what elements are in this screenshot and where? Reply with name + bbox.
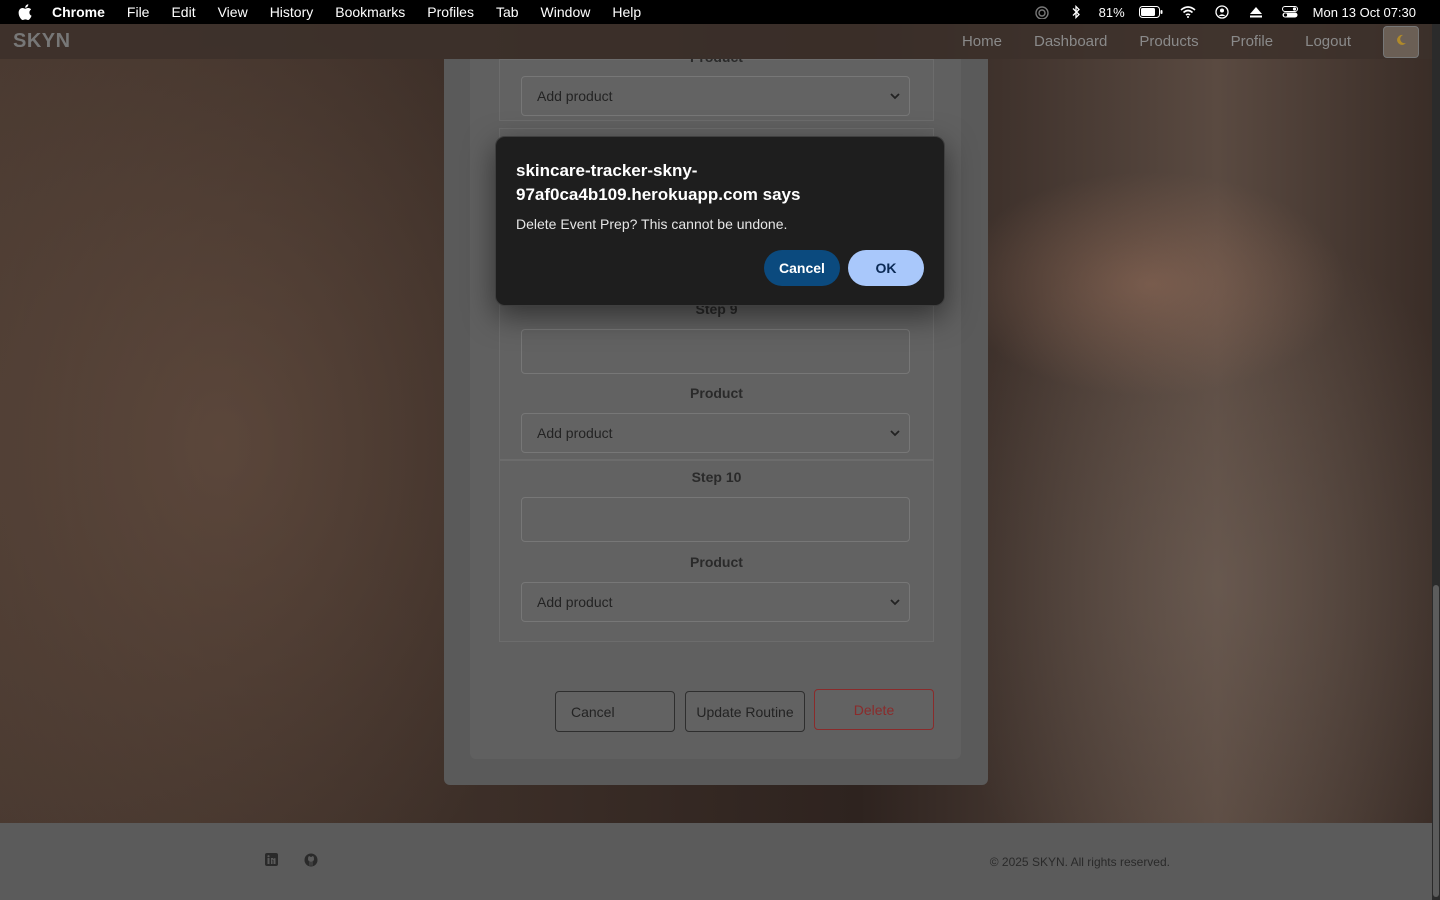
update-routine-button[interactable]: Update Routine xyxy=(685,691,805,732)
theme-toggle-button[interactable] xyxy=(1383,25,1419,58)
nav-products[interactable]: Products xyxy=(1139,33,1198,50)
nav-profile[interactable]: Profile xyxy=(1231,33,1274,50)
footer-copyright: © 2025 SKYN. All rights reserved. xyxy=(989,855,1170,869)
github-icon[interactable] xyxy=(304,853,319,868)
nav-logout[interactable]: Logout xyxy=(1305,33,1351,50)
menu-app-name[interactable]: Chrome xyxy=(52,4,116,20)
eject-icon[interactable] xyxy=(1247,5,1265,19)
form-cancel-button[interactable]: Cancel xyxy=(555,691,675,732)
site-navbar: SKYN Home Dashboard Products Profile Log… xyxy=(0,24,1432,59)
moon-icon xyxy=(1395,33,1407,51)
nav-dashboard[interactable]: Dashboard xyxy=(1034,33,1107,50)
select-value: Add product xyxy=(537,88,613,104)
step-10-product-select[interactable]: Add product xyxy=(521,582,910,622)
chevron-down-icon xyxy=(890,599,900,606)
macos-menubar: Chrome File Edit View History Bookmarks … xyxy=(0,0,1440,24)
menubar-clock[interactable]: Mon 13 Oct 07:30 xyxy=(1313,5,1416,20)
select-value: Add product xyxy=(537,594,613,610)
site-footer: © 2025 SKYN. All rights reserved. xyxy=(0,823,1432,900)
apple-icon[interactable] xyxy=(18,4,34,20)
menu-edit[interactable]: Edit xyxy=(160,4,206,20)
battery-icon[interactable] xyxy=(1138,5,1163,19)
dialog-ok-button[interactable]: OK xyxy=(848,250,924,286)
menu-tab[interactable]: Tab xyxy=(485,4,530,20)
select-value: Add product xyxy=(537,425,613,441)
control-center-icon[interactable] xyxy=(1281,5,1299,19)
menu-view[interactable]: View xyxy=(207,4,259,20)
chevron-down-icon xyxy=(890,93,900,100)
airdrop-icon[interactable] xyxy=(1033,5,1051,19)
bluetooth-icon[interactable] xyxy=(1067,5,1085,19)
brand-logo[interactable]: SKYN xyxy=(13,30,71,53)
step-10-input[interactable] xyxy=(521,497,910,542)
step-10-label: Step 10 xyxy=(691,469,742,485)
step-9-product-select[interactable]: Add product xyxy=(521,413,910,453)
step-10-product-label: Product xyxy=(690,554,743,570)
user-account-icon[interactable] xyxy=(1213,5,1231,19)
delete-routine-button[interactable]: Delete xyxy=(814,689,934,730)
dialog-title: skincare-tracker-skny-97af0ca4b109.herok… xyxy=(516,161,801,204)
nav-home[interactable]: Home xyxy=(962,33,1002,50)
dialog-message: Delete Event Prep? This cannot be undone… xyxy=(516,216,788,232)
menu-help[interactable]: Help xyxy=(601,4,652,20)
step-9-input[interactable] xyxy=(521,329,910,374)
menu-profiles[interactable]: Profiles xyxy=(416,4,485,20)
menu-bookmarks[interactable]: Bookmarks xyxy=(324,4,416,20)
linkedin-icon[interactable] xyxy=(265,853,280,868)
dialog-cancel-button[interactable]: Cancel xyxy=(764,250,840,286)
step-9-product-label: Product xyxy=(690,385,743,401)
chevron-down-icon xyxy=(890,430,900,437)
menu-file[interactable]: File xyxy=(116,4,161,20)
menu-window[interactable]: Window xyxy=(530,4,602,20)
battery-percent: 81% xyxy=(1098,4,1125,20)
menu-history[interactable]: History xyxy=(259,4,325,20)
scrollbar-thumb[interactable] xyxy=(1433,585,1439,897)
wifi-icon[interactable] xyxy=(1179,5,1197,19)
product-select-top[interactable]: Add product xyxy=(521,76,910,116)
confirm-dialog: skincare-tracker-skny-97af0ca4b109.herok… xyxy=(495,136,945,306)
